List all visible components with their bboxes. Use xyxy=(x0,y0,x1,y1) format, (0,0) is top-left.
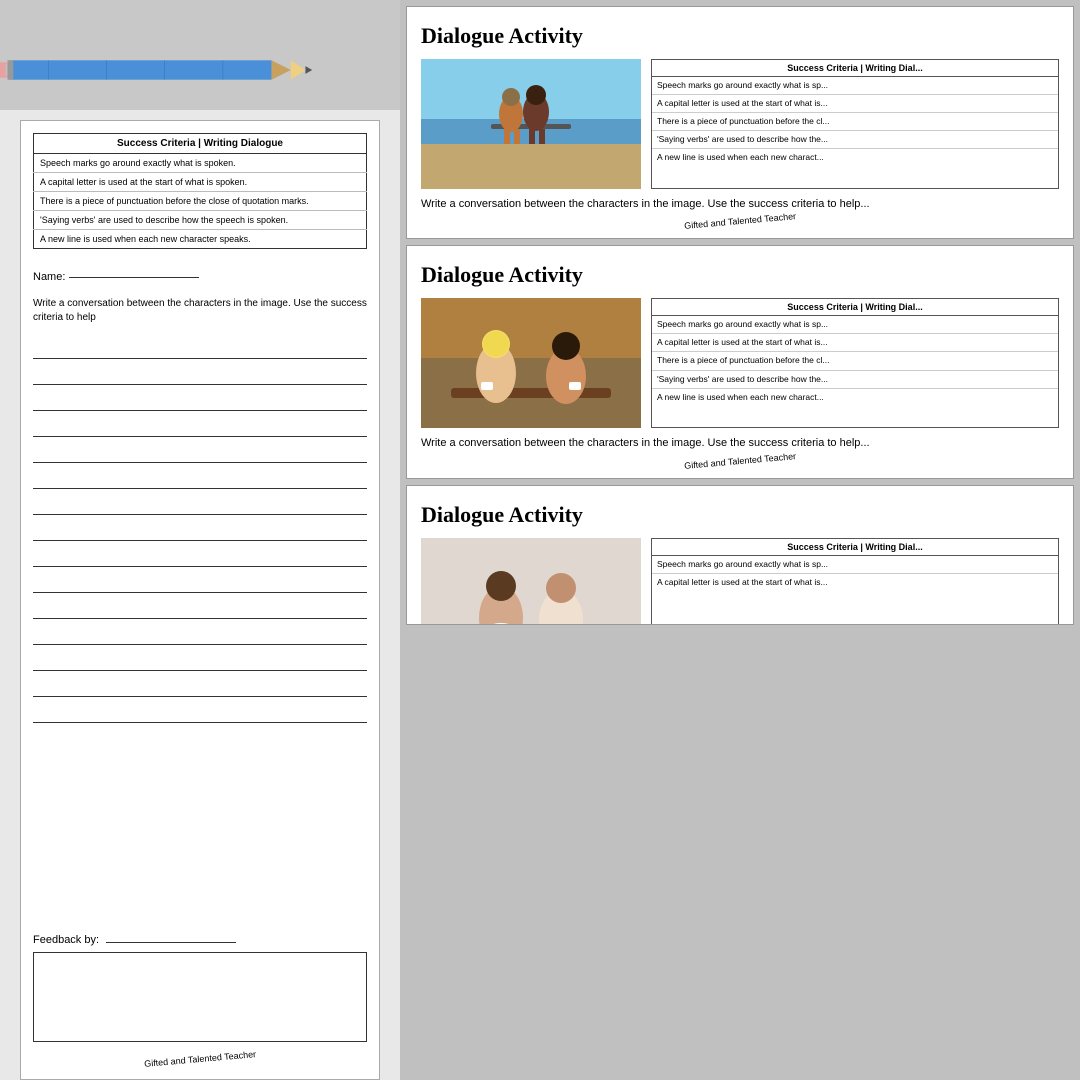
side-criteria-1-1: Speech marks go around exactly what is s… xyxy=(652,77,1058,95)
side-criteria-1-3: There is a piece of punctuation before t… xyxy=(652,113,1058,131)
writing-line[interactable] xyxy=(33,411,367,437)
side-criteria-1-5: A new line is used when each new charact… xyxy=(652,149,1058,167)
name-underline[interactable] xyxy=(69,277,199,278)
side-criteria-2-4: 'Saying verbs' are used to describe how … xyxy=(652,370,1058,388)
side-criteria-1-4: 'Saying verbs' are used to describe how … xyxy=(652,131,1058,149)
side-criteria-2-5: A new line is used when each new charact… xyxy=(652,388,1058,406)
writing-line[interactable] xyxy=(33,697,367,723)
left-panel: Success Criteria | Writing Dialogue Spee… xyxy=(0,0,400,1080)
criteria-side-2: Success Criteria | Writing Dial... Speec… xyxy=(651,298,1059,428)
activity-title-1: Dialogue Activity xyxy=(421,23,1059,49)
side-criteria-2-3: There is a piece of punctuation before t… xyxy=(652,352,1058,370)
writing-line[interactable] xyxy=(33,593,367,619)
activity-body-2: Success Criteria | Writing Dial... Speec… xyxy=(421,298,1059,428)
writing-line[interactable] xyxy=(33,333,367,359)
watermark-left: Gifted and Talented Teacher xyxy=(144,1049,257,1069)
criteria-item-1: Speech marks go around exactly what is s… xyxy=(34,154,367,173)
feedback-underline[interactable] xyxy=(106,942,236,943)
writing-prompt: Write a conversation between the charact… xyxy=(33,297,367,325)
watermark-right-2: Gifted and Talented Teacher xyxy=(684,451,797,471)
activity-title-3: Dialogue Activity xyxy=(421,502,1059,528)
criteria-item-5: A new line is used when each new charact… xyxy=(34,230,367,249)
right-panel-scroll: Dialogue Activity xyxy=(406,0,1080,1080)
activity-card-3: Dialogue Activity xyxy=(406,485,1074,625)
watermark-right-1: Gifted and Talented Teacher xyxy=(684,212,797,232)
side-header-3: Success Criteria | Writing Dial... xyxy=(652,539,1058,556)
activity-image-beach xyxy=(421,59,641,189)
worksheet-card: Success Criteria | Writing Dialogue Spee… xyxy=(20,120,380,1080)
criteria-item-3: There is a piece of punctuation before t… xyxy=(34,192,367,211)
writing-line[interactable] xyxy=(33,515,367,541)
criteria-item-4: 'Saying verbs' are used to describe how … xyxy=(34,211,367,230)
table-header: Success Criteria | Writing Dialogue xyxy=(34,134,367,154)
activity-image-office xyxy=(421,538,641,625)
side-criteria-2-1: Speech marks go around exactly what is s… xyxy=(652,316,1058,334)
writing-line[interactable] xyxy=(33,359,367,385)
activity-prompt-1: Write a conversation between the charact… xyxy=(421,197,1059,212)
feedback-label: Feedback by: xyxy=(33,934,367,946)
name-field: Name: xyxy=(33,271,367,283)
name-label: Name: xyxy=(33,271,65,283)
feedback-box[interactable] xyxy=(33,952,367,1042)
activity-body-3: Success Criteria | Writing Dial... Speec… xyxy=(421,538,1059,625)
activity-prompt-2: Write a conversation between the charact… xyxy=(421,436,1059,451)
right-panel: Dialogue Activity xyxy=(400,0,1080,1080)
writing-line[interactable] xyxy=(33,463,367,489)
writing-line[interactable] xyxy=(33,541,367,567)
activity-card-2: Dialogue Activity xyxy=(406,245,1074,478)
feedback-section: Feedback by: xyxy=(33,934,367,1042)
writing-line[interactable] xyxy=(33,489,367,515)
writing-line[interactable] xyxy=(33,385,367,411)
writing-line[interactable] xyxy=(33,619,367,645)
activity-title-2: Dialogue Activity xyxy=(421,262,1059,288)
writing-line[interactable] xyxy=(33,671,367,697)
side-criteria-3-2: A capital letter is used at the start of… xyxy=(652,573,1058,591)
side-criteria-1-2: A capital letter is used at the start of… xyxy=(652,95,1058,113)
writing-line[interactable] xyxy=(33,567,367,593)
writing-line[interactable] xyxy=(33,437,367,463)
side-header-1: Success Criteria | Writing Dial... xyxy=(652,60,1058,77)
activity-body-1: Success Criteria | Writing Dial... Speec… xyxy=(421,59,1059,189)
criteria-item-2: A capital letter is used at the start of… xyxy=(34,173,367,192)
side-criteria-2-2: A capital letter is used at the start of… xyxy=(652,334,1058,352)
criteria-side-3: Success Criteria | Writing Dial... Speec… xyxy=(651,538,1059,625)
pencil-area xyxy=(0,0,400,110)
writing-line[interactable] xyxy=(33,645,367,671)
side-header-2: Success Criteria | Writing Dial... xyxy=(652,299,1058,316)
pencil-icon xyxy=(0,50,320,90)
criteria-side-1: Success Criteria | Writing Dial... Speec… xyxy=(651,59,1059,189)
activity-card-1: Dialogue Activity xyxy=(406,6,1074,239)
side-criteria-3-1: Speech marks go around exactly what is s… xyxy=(652,555,1058,573)
writing-lines xyxy=(33,333,367,924)
success-criteria-table: Success Criteria | Writing Dialogue Spee… xyxy=(33,133,367,249)
activity-image-cafe xyxy=(421,298,641,428)
